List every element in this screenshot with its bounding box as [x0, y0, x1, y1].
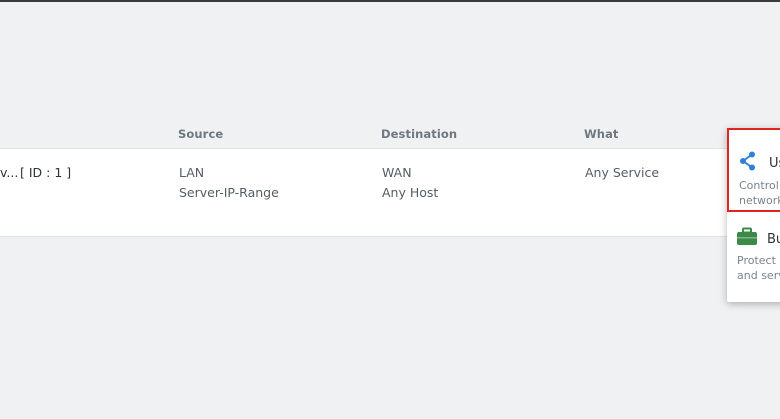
- share-icon: [738, 151, 758, 171]
- destination-network: WAN: [382, 165, 412, 180]
- user-rule-title: Us: [769, 156, 780, 171]
- column-header-destination: Destination: [381, 127, 458, 141]
- column-header-source: Source: [178, 127, 224, 141]
- rule-type-popup: Us Control network Bu Protect and serv: [727, 128, 780, 302]
- user-rule-option[interactable]: Us Control network: [727, 128, 780, 212]
- business-rule-desc-line1: Protect: [737, 254, 776, 267]
- rule-row[interactable]: v... [ ID : 1 ] LAN Server-IP-Range WAN …: [0, 148, 780, 237]
- briefcase-icon: [736, 227, 757, 247]
- source-host: Server-IP-Range: [179, 185, 279, 200]
- business-rule-title: Bu: [767, 232, 780, 247]
- user-rule-desc-line1: Control: [739, 179, 779, 192]
- service: Any Service: [585, 165, 660, 180]
- rule-id: [ ID : 1 ]: [20, 165, 72, 180]
- source-network: LAN: [179, 165, 205, 180]
- user-rule-desc-line2: network: [739, 194, 780, 207]
- destination-host: Any Host: [382, 185, 439, 200]
- business-rule-desc-line2: and serv: [737, 269, 780, 282]
- rule-name: v...: [0, 165, 19, 180]
- main-frame: Source Destination What v... [ ID : 1 ] …: [0, 0, 780, 419]
- column-header-what: What: [584, 127, 619, 141]
- business-rule-option[interactable]: Bu Protect and serv: [727, 220, 780, 300]
